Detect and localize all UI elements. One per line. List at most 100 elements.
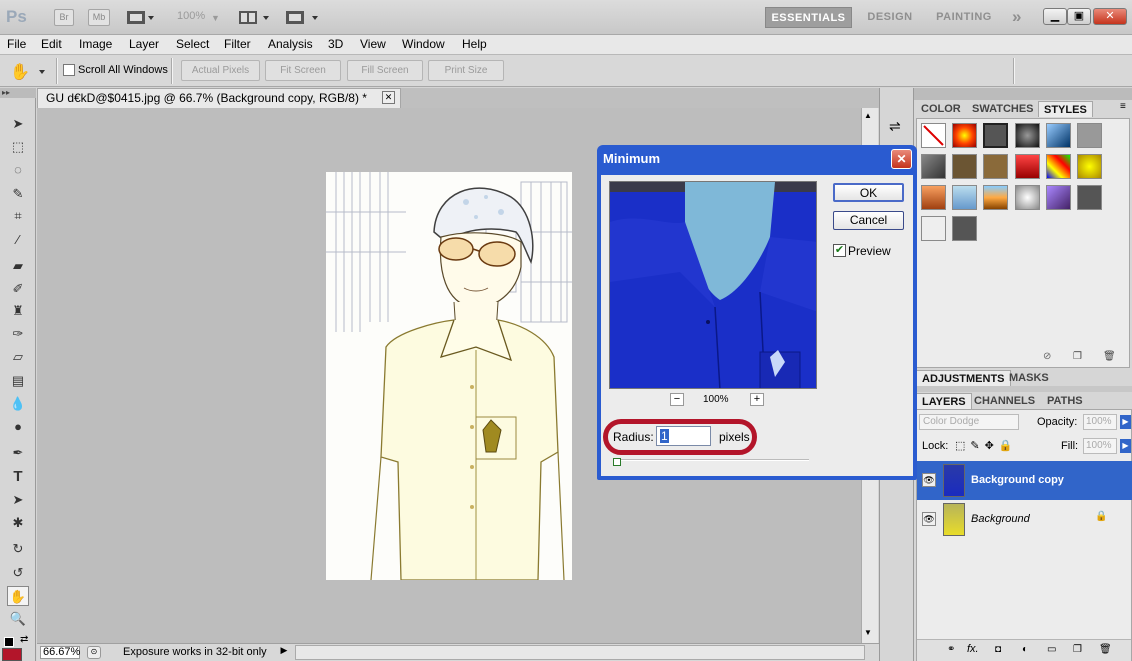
new-style-icon[interactable]: ❐ (1073, 351, 1082, 362)
marquee-tool-icon[interactable]: ⬚ (7, 137, 29, 157)
menu-window[interactable]: Window (402, 37, 445, 51)
print-size-button[interactable]: Print Size (428, 60, 504, 81)
type-tool-icon[interactable]: T (7, 467, 29, 487)
healing-brush-tool-icon[interactable]: ▰ (7, 256, 29, 276)
default-colors-icon[interactable] (4, 637, 14, 647)
zoom-tool-icon[interactable]: 🔍 (7, 609, 29, 629)
style-swatch[interactable] (983, 154, 1008, 179)
layer-row-background[interactable]: 👁 Background 🔒 (917, 500, 1132, 539)
history-panel-icon[interactable]: ⇌ (889, 118, 901, 135)
style-swatch[interactable] (1046, 154, 1071, 179)
dialog-close-button[interactable]: ✕ (891, 149, 912, 169)
workspace-essentials[interactable]: ESSENTIALS (765, 7, 852, 28)
zoom-out-button[interactable]: − (670, 393, 684, 406)
mini-bridge-button[interactable]: Mb (88, 9, 110, 26)
visibility-eye-icon[interactable]: 👁 (922, 512, 936, 526)
menu-help[interactable]: Help (462, 37, 487, 51)
workspace-painting[interactable]: PAINTING (928, 7, 1000, 28)
chevron-down-icon[interactable]: ▼ (211, 13, 220, 23)
preview-checkbox[interactable]: ✔ (833, 244, 846, 257)
adjustment-layer-icon[interactable]: ◐ (1022, 644, 1028, 655)
history-brush-tool-icon[interactable]: ✑ (7, 324, 29, 344)
style-swatch[interactable] (952, 123, 977, 148)
link-layers-icon[interactable]: ⚭ (947, 644, 955, 655)
quick-selection-tool-icon[interactable]: ✎ (7, 184, 29, 204)
style-swatch[interactable] (1077, 185, 1102, 210)
eraser-tool-icon[interactable]: ▱ (7, 347, 29, 367)
tab-masks[interactable]: MASKS (1004, 370, 1054, 386)
move-tool-icon[interactable]: ➤ (7, 114, 29, 134)
zoom-in-button[interactable]: + (750, 393, 764, 406)
style-swatch[interactable] (921, 216, 946, 241)
menu-select[interactable]: Select (176, 37, 209, 51)
style-swatch[interactable] (1046, 185, 1071, 210)
style-swatch[interactable] (952, 154, 977, 179)
tab-paths[interactable]: PATHS (1042, 393, 1088, 409)
document-tab[interactable]: GU d€kD@$0415.jpg @ 66.7% (Background co… (37, 88, 401, 108)
scroll-up-icon[interactable]: ▲ (864, 111, 872, 120)
arrange-documents-icon[interactable] (239, 10, 271, 25)
group-icon[interactable]: ▭ (1047, 644, 1056, 655)
style-swatch[interactable] (1077, 154, 1102, 179)
foreground-color-swatch[interactable] (2, 648, 22, 661)
fx-icon[interactable]: fx. (967, 643, 979, 655)
fill-screen-button[interactable]: Fill Screen (347, 60, 423, 81)
style-none-swatch[interactable] (921, 123, 946, 148)
panel-menu-icon[interactable]: ≡ (1120, 101, 1126, 112)
fill-input[interactable]: 100% (1083, 438, 1117, 454)
opacity-input[interactable]: 100% (1083, 414, 1117, 430)
lock-icons[interactable]: ⬚✎✥🔒 (955, 439, 1018, 452)
swap-colors-icon[interactable]: ⇄ (20, 634, 28, 645)
menu-edit[interactable]: Edit (41, 37, 62, 51)
style-swatch[interactable] (1046, 123, 1071, 148)
view-extras-icon[interactable] (127, 10, 155, 25)
horizontal-scrollbar[interactable] (295, 645, 865, 660)
delete-layer-icon[interactable]: 🗑 (1099, 644, 1112, 655)
dodge-tool-icon[interactable]: ● (7, 417, 29, 437)
brush-tool-icon[interactable]: ✐ (7, 279, 29, 299)
menu-image[interactable]: Image (79, 37, 112, 51)
workspace-design[interactable]: DESIGN (860, 7, 920, 28)
hand-tool-icon[interactable]: ✋ (7, 586, 29, 606)
restore-button[interactable]: ▣ (1067, 8, 1091, 25)
style-swatch[interactable] (983, 185, 1008, 210)
scroll-all-windows-checkbox[interactable] (63, 64, 75, 76)
delete-style-icon[interactable]: 🗑 (1103, 351, 1116, 362)
clone-stamp-tool-icon[interactable]: ♜ (7, 301, 29, 321)
menu-view[interactable]: View (360, 37, 386, 51)
hand-tool-preset-icon[interactable]: ✋ (10, 62, 46, 81)
clear-style-icon[interactable]: ⊘ (1043, 351, 1051, 362)
status-options-icon[interactable]: ⊙ (87, 646, 101, 659)
radius-input[interactable]: 1 (656, 426, 711, 446)
style-swatch[interactable] (983, 123, 1008, 148)
style-swatch[interactable] (1015, 123, 1040, 148)
style-swatch[interactable] (921, 154, 946, 179)
eyedropper-tool-icon[interactable]: ⁄ (7, 230, 29, 250)
ok-button[interactable]: OK (833, 183, 904, 202)
add-mask-icon[interactable]: ◘ (995, 644, 1001, 655)
style-swatch[interactable] (1015, 185, 1040, 210)
radius-slider-track[interactable] (615, 459, 809, 461)
layer-name[interactable]: Background (971, 513, 1030, 525)
minimize-button[interactable]: ▁ (1043, 8, 1067, 25)
tab-adjustments[interactable]: ADJUSTMENTS (916, 370, 1011, 386)
status-menu-arrow-icon[interactable]: ▶ (278, 645, 290, 660)
fit-screen-button[interactable]: Fit Screen (265, 60, 341, 81)
filter-preview[interactable] (609, 181, 817, 389)
3d-rotate-tool-icon[interactable]: ↻ (7, 539, 29, 559)
tab-swatches[interactable]: SWATCHES (967, 101, 1039, 117)
actual-pixels-button[interactable]: Actual Pixels (181, 60, 260, 81)
menu-analysis[interactable]: Analysis (268, 37, 313, 51)
tab-channels[interactable]: CHANNELS (969, 393, 1040, 409)
crop-tool-icon[interactable]: ⌗ (7, 206, 29, 226)
cancel-button[interactable]: Cancel (833, 211, 904, 230)
visibility-eye-icon[interactable]: 👁 (922, 473, 936, 487)
menu-layer[interactable]: Layer (129, 37, 159, 51)
style-swatch[interactable] (921, 185, 946, 210)
gradient-tool-icon[interactable]: ▤ (7, 371, 29, 391)
collapse-panel-icon[interactable]: ▸▸ (0, 88, 36, 98)
style-swatch[interactable] (952, 216, 977, 241)
style-swatch[interactable] (952, 185, 977, 210)
screen-mode-icon[interactable] (286, 10, 320, 25)
scroll-down-icon[interactable]: ▼ (864, 628, 872, 637)
